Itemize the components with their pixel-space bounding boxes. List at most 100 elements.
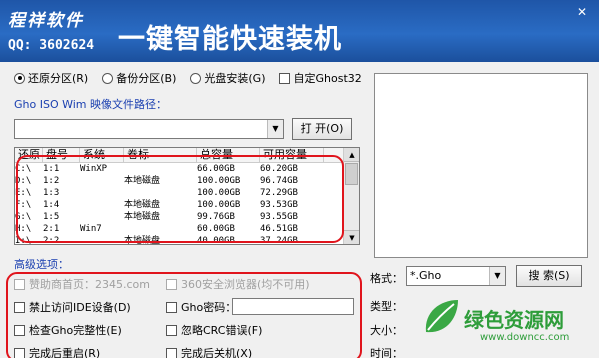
cell-free: 96.74GB	[260, 176, 298, 186]
table-row[interactable]: E:\ 1:3 100.00GB 72.29GB	[15, 187, 359, 199]
cell-system	[80, 211, 124, 223]
checkbox-indicator[interactable]	[166, 301, 177, 313]
column-header-total[interactable]: 总容量	[197, 148, 260, 162]
cell-system	[80, 187, 124, 199]
shutdown-after-option[interactable]: 完成后关机(X)	[166, 345, 252, 358]
radio-indicator[interactable]	[102, 72, 114, 84]
table-row[interactable]: I:\ 2:2 本地磁盘 40.00GB 37.24GB	[15, 235, 359, 245]
cell-drive: I:\	[15, 236, 32, 245]
cell-free: 93.53GB	[260, 200, 298, 210]
column-header-free[interactable]: 可用容量	[260, 148, 324, 162]
format-combobox[interactable]: *.Gho ▼	[406, 266, 506, 286]
ignore-crc-option[interactable]: 忽略CRC错误(F)	[166, 322, 262, 338]
cell-total: 100.00GB	[197, 188, 241, 198]
checkbox-indicator[interactable]	[14, 347, 25, 358]
cd-install-option[interactable]: 光盘安装(G)	[190, 70, 265, 86]
format-value: *.Gho	[410, 269, 442, 282]
watermark: 绿色资源网 www.downcc.com	[420, 296, 569, 343]
dropdown-arrow-icon[interactable]: ▼	[489, 267, 505, 285]
cell-free: 37.24GB	[260, 236, 298, 245]
gho-password-input[interactable]	[232, 298, 354, 315]
cell-total: 66.00GB	[197, 164, 235, 174]
dropdown-arrow-icon[interactable]: ▼	[267, 120, 283, 138]
app-title: 一键智能快速装机	[118, 24, 342, 55]
scroll-thumb[interactable]	[345, 163, 358, 185]
cell-volume-label	[124, 187, 197, 199]
cell-drive: F:\	[15, 200, 32, 210]
watermark-text: 绿色资源网	[464, 308, 564, 332]
browser-label: 360安全浏览器(均不可用)	[181, 278, 310, 291]
checkbox-indicator[interactable]	[14, 301, 25, 313]
column-header-disk-number[interactable]: 盘号	[43, 148, 80, 162]
image-path-combobox[interactable]: ▼	[14, 119, 284, 139]
watermark-url: www.downcc.com	[480, 332, 570, 343]
checkbox-indicator[interactable]	[166, 278, 177, 290]
cell-total: 100.00GB	[197, 200, 241, 210]
check-gho-option[interactable]: 检查Gho完整性(E)	[14, 322, 122, 338]
table-row[interactable]: H:\ 2:1 Win7 60.00GB 46.51GB	[15, 223, 359, 235]
checkbox-indicator[interactable]	[14, 324, 25, 336]
brand-logo-text: 程祥软件	[8, 11, 84, 31]
table-row[interactable]: D:\ 1:2 本地磁盘 100.00GB 96.74GB	[15, 175, 359, 187]
cell-total: 100.00GB	[197, 176, 241, 186]
cell-volume-label	[124, 223, 197, 235]
checkbox-indicator[interactable]	[279, 72, 291, 84]
cell-system	[80, 199, 124, 211]
block-ide-label: 禁止访问IDE设备(D)	[29, 301, 131, 314]
checkbox-indicator[interactable]	[166, 324, 177, 336]
cell-volume-label: 本地磁盘	[124, 236, 161, 245]
checkbox-indicator[interactable]	[166, 347, 177, 358]
cell-volume-label: 本地磁盘	[124, 176, 161, 186]
cell-disk-number: 2:2	[43, 236, 60, 245]
scroll-down-icon[interactable]: ▼	[344, 230, 359, 244]
radio-indicator[interactable]	[14, 72, 25, 84]
browser-option[interactable]: 360安全浏览器(均不可用)	[166, 276, 310, 292]
checkbox-indicator[interactable]	[14, 278, 25, 290]
cell-total: 60.00GB	[197, 224, 235, 234]
ignore-crc-label: 忽略CRC错误(F)	[181, 324, 263, 337]
reboot-after-label: 完成后重启(R)	[29, 347, 101, 358]
cell-free: 72.29GB	[260, 188, 298, 198]
cell-free: 46.51GB	[260, 224, 298, 234]
cell-disk-number: 1:3	[43, 188, 60, 198]
search-button[interactable]: 搜 索(S)	[516, 265, 582, 287]
cell-total: 99.76GB	[197, 212, 235, 222]
close-icon[interactable]: ✕	[571, 4, 593, 20]
table-row[interactable]: G:\ 1:5 本地磁盘 99.76GB 93.55GB	[15, 211, 359, 223]
sponsor-homepage-option[interactable]: 赞助商首页：2345.com	[14, 276, 150, 292]
partition-list[interactable]: 还原 盘号 系统 卷标 总容量 可用容量 C:\ 1:1 WinXP 66.00…	[14, 147, 360, 245]
restore-partition-option[interactable]: 还原分区(R)	[14, 70, 88, 86]
block-ide-option[interactable]: 禁止访问IDE设备(D)	[14, 299, 131, 315]
cell-drive: C:\	[15, 164, 32, 174]
gho-password-label: Gho密码：	[181, 301, 237, 314]
cell-volume-label: 本地磁盘	[124, 212, 161, 222]
partition-list-header: 还原 盘号 系统 卷标 总容量 可用容量	[15, 148, 359, 163]
size-label: 大小：	[370, 324, 403, 337]
custom-ghost-label: 自定Ghost32	[293, 72, 362, 85]
format-label: 格式：	[370, 272, 403, 285]
table-row[interactable]: F:\ 1:4 本地磁盘 100.00GB 93.53GB	[15, 199, 359, 211]
cell-system: WinXP	[80, 164, 108, 174]
cell-volume-label: 本地磁盘	[124, 200, 161, 210]
gho-password-option[interactable]: Gho密码：	[166, 299, 236, 315]
leaf-logo-icon	[425, 300, 458, 333]
reboot-after-option[interactable]: 完成后重启(R)	[14, 345, 100, 358]
scroll-up-icon[interactable]: ▲	[344, 148, 359, 162]
title-bar: 程祥软件 QQ: 3602624 一键智能快速装机 ✕	[0, 0, 599, 62]
backup-partition-option[interactable]: 备份分区(B)	[102, 70, 176, 86]
column-header-volume-label[interactable]: 卷标	[124, 148, 197, 162]
custom-ghost-checkbox[interactable]: 自定Ghost32	[279, 70, 362, 86]
column-header-system[interactable]: 系统	[80, 148, 124, 162]
table-row[interactable]: C:\ 1:1 WinXP 66.00GB 60.20GB	[15, 163, 359, 175]
cell-drive: D:\	[15, 176, 32, 186]
partition-list-scrollbar[interactable]: ▲ ▼	[343, 148, 359, 244]
column-header-restore[interactable]: 还原	[15, 148, 43, 162]
cell-drive: G:\	[15, 212, 32, 222]
radio-indicator[interactable]	[190, 72, 202, 84]
cell-total: 40.00GB	[197, 236, 235, 245]
type-label: 类型：	[370, 300, 403, 313]
advanced-options-label: 高级选项：	[14, 258, 69, 271]
open-button[interactable]: 打 开(O)	[292, 118, 352, 140]
time-label: 时间：	[370, 347, 403, 358]
mode-options: 还原分区(R) 备份分区(B) 光盘安装(G) 自定Ghost32	[14, 70, 362, 86]
